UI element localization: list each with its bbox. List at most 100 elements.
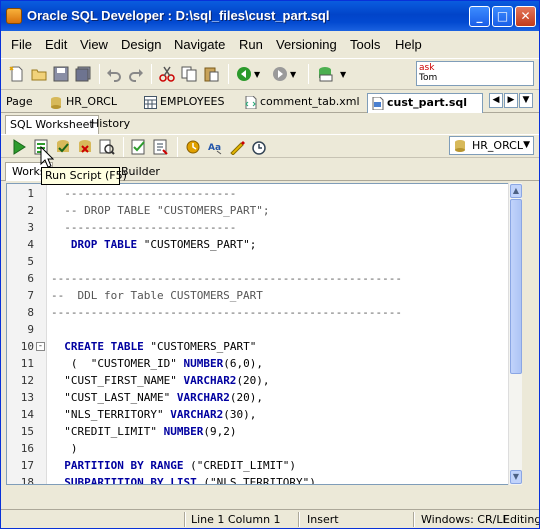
sql-keyword: VARCHAR2 <box>183 374 237 387</box>
toolbar-separator <box>151 64 152 84</box>
code-line: DROP TABLE "CUSTOMERS_PART"; <box>51 238 256 251</box>
code-line: "CREDIT_LIMIT" NUMBER(9,2) <box>51 425 236 438</box>
forward-icon[interactable] <box>272 66 288 82</box>
sql-keyword: SUBPARTITION BY LIST <box>64 476 197 485</box>
back-dropdown-arrow[interactable]: ▼ <box>254 70 260 79</box>
menu-help[interactable]: Help <box>395 37 422 52</box>
rollback-icon[interactable] <box>77 139 93 155</box>
sql-comment: ----------------------------------------… <box>51 306 402 319</box>
line-number: 7 <box>27 289 34 302</box>
tab-cust-part-sql[interactable]: cust_part.sql <box>367 93 483 113</box>
sql-text: "CUST_FIRST_NAME" <box>51 374 184 387</box>
sql-comment: ----------------------------------------… <box>51 272 402 285</box>
status-editing: Editing <box>503 513 540 526</box>
tab-scroll-right-button[interactable]: ▶ <box>504 93 518 108</box>
format-sql-icon[interactable]: Aa <box>207 139 223 155</box>
status-bar: Line 1 Column 1 Insert Windows: CR/LF Ed… <box>1 509 540 528</box>
tab-comment-tab-xml[interactable]: comment_tab.xml <box>241 93 360 113</box>
tab-list-button[interactable]: ▼ <box>519 93 533 108</box>
sql-comment: -------------------------- <box>51 221 237 234</box>
scroll-down-arrow[interactable]: ▼ <box>510 470 522 484</box>
toolbar-separator <box>99 64 100 84</box>
forward-dropdown-arrow[interactable]: ▼ <box>290 70 296 79</box>
save-all-icon[interactable] <box>75 66 91 82</box>
menu-run[interactable]: Run <box>239 37 263 52</box>
connection-select-value: HR_ORCL <box>472 139 523 152</box>
sql-keyword: NUMBER <box>163 425 204 438</box>
minimize-button[interactable]: _ <box>469 6 490 27</box>
sql-text: "CUST_LAST_NAME" <box>51 391 177 404</box>
sql-history-icon[interactable] <box>251 139 267 155</box>
sql-text: ) <box>51 442 78 455</box>
sql-editor[interactable]: 1 2 3 4 5 6 7 8 9 10-11 12 13 14 15 16 17 18 -----------… <box>6 183 522 485</box>
sql-text: "CREDIT_LIMIT" <box>51 425 164 438</box>
menu-navigate[interactable]: Navigate <box>174 37 225 52</box>
line-number: 11 <box>20 357 34 370</box>
sql-text: "CUSTOMERS_PART" <box>143 340 257 353</box>
code-line: ) <box>51 442 78 455</box>
sql-keyword: DROP TABLE <box>70 238 138 251</box>
menu-view[interactable]: View <box>80 37 108 52</box>
menu-file[interactable]: File <box>11 37 32 52</box>
line-number: 1 <box>27 187 34 200</box>
tab-sql-worksheet[interactable]: SQL Worksheet <box>5 115 99 134</box>
paste-icon[interactable] <box>203 66 219 82</box>
ask-tom-box[interactable]: ask Tom <box>416 61 534 86</box>
code-line: -- DROP TABLE "CUSTOMERS_PART"; <box>51 204 270 217</box>
sql-text: (30), <box>223 408 257 421</box>
back-icon[interactable] <box>236 66 252 82</box>
connection-icon <box>455 140 465 152</box>
cut-icon[interactable] <box>159 66 175 82</box>
tab-label: HR_ORCL <box>66 95 117 108</box>
connection-select[interactable]: HR_ORCL ▼ <box>449 136 534 155</box>
scrollbar-thumb[interactable] <box>510 199 522 374</box>
line-number: 8 <box>27 306 34 319</box>
sql-connection-icon[interactable] <box>317 66 333 82</box>
menu-versioning[interactable]: Versioning <box>276 37 337 52</box>
sql-comment: -- DROP TABLE "CUSTOMERS_PART"; <box>51 204 270 217</box>
tab-history[interactable]: History <box>87 115 134 134</box>
run-statement-icon[interactable] <box>11 139 27 155</box>
line-number: 13 <box>20 391 34 404</box>
tab-employees[interactable]: EMPLOYEES <box>141 93 224 113</box>
close-button[interactable]: ✕ <box>515 6 536 27</box>
menu-edit[interactable]: Edit <box>45 37 67 52</box>
sql-text: "CUSTOMERS_PART"; <box>137 238 257 251</box>
sql-text: ("CREDIT_LIMIT") <box>183 459 297 472</box>
sql-comment: -- DDL for Table CUSTOMERS_PART <box>51 289 263 302</box>
autotrace-icon[interactable] <box>131 139 147 155</box>
sql-tuning-icon[interactable] <box>153 139 169 155</box>
title-bar[interactable]: Oracle SQL Developer : D:\sql_files\cust… <box>1 1 539 31</box>
new-icon[interactable] <box>9 66 25 82</box>
line-number: 18 <box>20 476 34 485</box>
menu-design[interactable]: Design <box>121 37 161 52</box>
explain-plan-icon[interactable] <box>99 139 115 155</box>
redo-icon[interactable] <box>128 66 144 82</box>
monitor-sql-icon[interactable] <box>185 139 201 155</box>
tab-page[interactable]: Page <box>1 93 33 113</box>
tab-label: EMPLOYEES <box>160 95 225 108</box>
clear-icon[interactable] <box>229 139 245 155</box>
tab-hr-orcl[interactable]: HR_ORCL <box>47 93 117 113</box>
undo-icon[interactable] <box>106 66 122 82</box>
fold-collapse-icon[interactable]: - <box>36 342 45 351</box>
editor-vertical-scrollbar[interactable]: ▲ ▼ <box>508 183 522 485</box>
sql-keyword: NUMBER <box>183 357 224 370</box>
line-number: 10 <box>20 340 34 353</box>
copy-icon[interactable] <box>181 66 197 82</box>
table-icon <box>144 96 157 109</box>
commit-icon[interactable] <box>55 139 71 155</box>
scroll-up-arrow[interactable]: ▲ <box>510 184 522 198</box>
open-icon[interactable] <box>31 66 47 82</box>
save-icon[interactable] <box>53 66 69 82</box>
toolbar-separator <box>123 137 124 157</box>
code-line: -------------------------- <box>51 187 236 200</box>
maximize-button[interactable]: □ <box>492 6 513 27</box>
menu-bar: File Edit View Design Navigate Run Versi… <box>1 31 539 57</box>
menu-tools[interactable]: Tools <box>350 37 380 52</box>
sql-dropdown-arrow[interactable]: ▼ <box>340 70 346 79</box>
sql-keyword: VARCHAR2 <box>176 391 230 404</box>
tab-scroll-left-button[interactable]: ◀ <box>489 93 503 108</box>
svg-text:Aa: Aa <box>208 143 221 153</box>
